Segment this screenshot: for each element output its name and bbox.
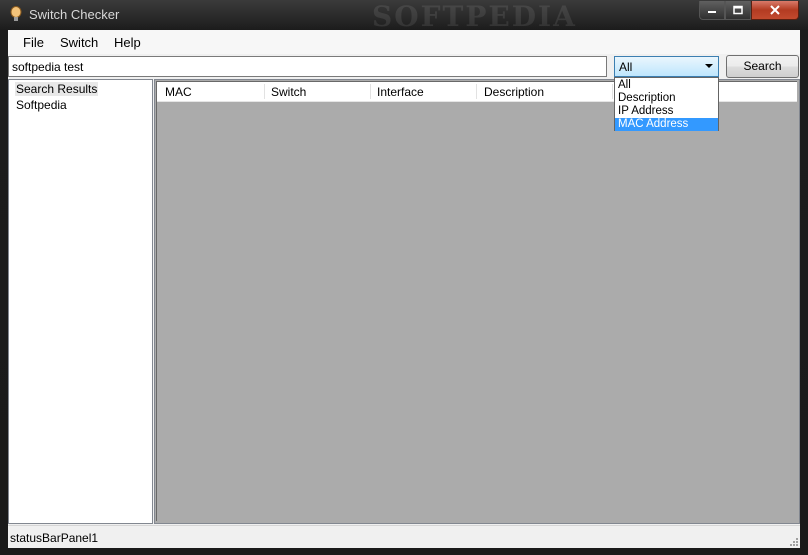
column-divider[interactable] bbox=[612, 84, 613, 99]
column-header-switch[interactable]: Switch bbox=[271, 85, 306, 99]
column-header-mac[interactable]: MAC bbox=[165, 85, 192, 99]
filter-option-ip-address[interactable]: IP Address bbox=[615, 105, 718, 118]
status-panel-text: statusBarPanel1 bbox=[10, 531, 99, 545]
app-window: Switch Checker SOFTPEDIA File Switch Hel… bbox=[0, 0, 808, 555]
results-tree[interactable]: Search Results Softpedia bbox=[8, 79, 153, 524]
menu-switch[interactable]: Switch bbox=[60, 35, 98, 50]
close-icon bbox=[770, 5, 780, 15]
tree-node-search-results[interactable]: Search Results bbox=[15, 82, 99, 96]
title-bar[interactable]: Switch Checker SOFTPEDIA bbox=[0, 0, 808, 33]
column-header-interface[interactable]: Interface bbox=[377, 85, 424, 99]
menu-help[interactable]: Help bbox=[114, 35, 141, 50]
filter-selected-value: All bbox=[619, 60, 633, 74]
filter-option-description[interactable]: Description bbox=[615, 92, 718, 105]
filter-option-all[interactable]: All bbox=[615, 79, 718, 92]
results-table[interactable]: MAC Switch Interface Description bbox=[154, 79, 800, 524]
menu-file[interactable]: File bbox=[23, 35, 44, 50]
column-divider[interactable] bbox=[476, 84, 477, 99]
close-button[interactable] bbox=[751, 1, 799, 20]
filter-dropdown-list: All Description IP Address MAC Address bbox=[614, 77, 719, 131]
search-button[interactable]: Search bbox=[726, 55, 799, 78]
client-area: File Switch Help All All Description IP … bbox=[8, 30, 800, 548]
resize-grip-icon[interactable] bbox=[788, 536, 798, 546]
softpedia-watermark: SOFTPEDIA bbox=[372, 0, 577, 33]
status-bar: statusBarPanel1 bbox=[8, 525, 800, 548]
menu-bar: File Switch Help bbox=[8, 30, 800, 54]
column-divider[interactable] bbox=[264, 84, 265, 99]
column-divider[interactable] bbox=[370, 84, 371, 99]
minimize-button[interactable] bbox=[699, 1, 725, 20]
app-icon bbox=[9, 6, 23, 22]
search-input[interactable] bbox=[8, 56, 607, 77]
maximize-icon bbox=[733, 5, 743, 15]
search-filter-select[interactable]: All bbox=[614, 56, 719, 77]
window-title: Switch Checker bbox=[29, 7, 120, 22]
minimize-icon bbox=[708, 11, 716, 13]
filter-option-mac-address[interactable]: MAC Address bbox=[615, 118, 718, 131]
column-header-description[interactable]: Description bbox=[484, 85, 544, 99]
tree-node-softpedia[interactable]: Softpedia bbox=[15, 98, 68, 112]
chevron-down-icon bbox=[705, 64, 713, 68]
maximize-button[interactable] bbox=[725, 1, 751, 20]
results-table-body: MAC Switch Interface Description bbox=[156, 81, 797, 521]
